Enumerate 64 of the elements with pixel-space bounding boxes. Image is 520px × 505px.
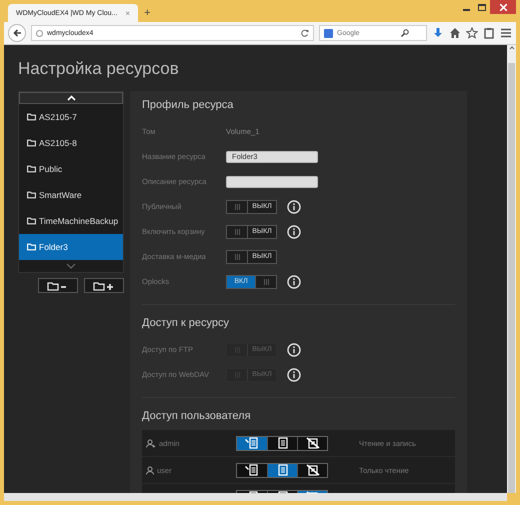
edit-document-icon <box>245 464 259 476</box>
close-icon <box>500 4 506 10</box>
share-name: AS2105-7 <box>39 112 77 122</box>
permission-button[interactable] <box>297 464 327 476</box>
folder-icon <box>27 139 36 147</box>
back-button[interactable] <box>8 24 26 42</box>
search-icon[interactable] <box>401 29 409 37</box>
share-item[interactable]: AS2105-7 <box>19 104 123 130</box>
globe-icon <box>36 30 43 36</box>
share-item[interactable]: SmartWare <box>19 182 123 208</box>
share-name: Folder3 <box>39 242 68 252</box>
chevron-down-icon <box>66 263 76 269</box>
menu-icon[interactable] <box>500 27 512 39</box>
download-icon[interactable] <box>432 27 444 39</box>
maximize-icon <box>478 4 486 10</box>
admin-user-icon <box>146 438 156 448</box>
permission-selector[interactable] <box>236 462 328 478</box>
clipboard-icon[interactable] <box>483 27 495 39</box>
permission-button[interactable] <box>297 436 327 450</box>
folder-icon <box>27 217 36 225</box>
share-name: AS2105-8 <box>39 138 77 148</box>
close-button[interactable] <box>490 0 516 14</box>
info-icon[interactable] <box>287 224 301 238</box>
folder-icon <box>27 243 36 251</box>
info-icon[interactable] <box>287 200 301 214</box>
edit-document-icon <box>245 437 259 449</box>
folder-icon <box>27 165 36 173</box>
add-share-button[interactable] <box>84 278 124 293</box>
share-item[interactable]: Public <box>19 156 123 182</box>
permission-button[interactable] <box>237 464 267 476</box>
section-title: Доступ к ресурсу <box>142 317 230 331</box>
chevron-up-icon <box>66 95 76 101</box>
user-icon <box>146 466 154 474</box>
document-icon <box>278 437 288 449</box>
no-access-icon <box>306 437 320 449</box>
section-title: Профиль ресурса <box>142 99 234 113</box>
folder-minus-icon <box>47 280 69 290</box>
home-icon[interactable] <box>449 27 461 39</box>
share-item[interactable]: TimeMachineBackup <box>19 208 123 234</box>
input-field[interactable] <box>226 176 318 188</box>
permission-button[interactable] <box>267 464 297 476</box>
section-title: Доступ пользователя <box>142 410 252 424</box>
permission-button[interactable] <box>267 436 297 450</box>
share-name: TimeMachineBackup <box>39 216 118 226</box>
document-icon <box>278 464 288 476</box>
share-item[interactable]: AS2105-8 <box>19 130 123 156</box>
search-engine-icon <box>324 28 333 38</box>
no-access-icon <box>306 464 320 476</box>
share-name: SmartWare <box>39 190 82 200</box>
folder-plus-icon <box>93 280 115 290</box>
folder-icon <box>27 191 36 199</box>
share-name: Public <box>39 164 62 174</box>
star-icon[interactable] <box>466 27 478 39</box>
folder-icon <box>27 113 36 121</box>
info-icon[interactable] <box>287 274 301 288</box>
new-tab-button[interactable]: + <box>144 6 150 18</box>
vertical-scrollbar[interactable] <box>507 45 516 493</box>
share-item[interactable]: Folder3 <box>19 234 123 260</box>
horizontal-scrollbar[interactable] <box>4 493 507 501</box>
reload-icon[interactable] <box>301 29 309 37</box>
back-arrow-icon <box>12 29 22 37</box>
permission-selector[interactable] <box>236 436 328 450</box>
remove-share-button[interactable] <box>38 278 78 293</box>
page-title: Настройка ресурсов <box>18 59 180 79</box>
